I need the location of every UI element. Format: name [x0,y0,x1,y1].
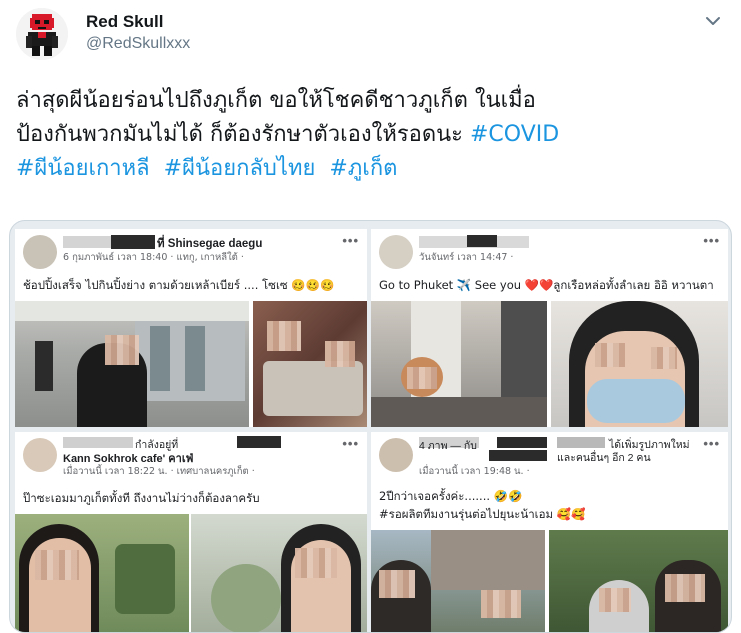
post-photo [15,301,249,427]
tweet-text: ล่าสุดผีน้อยร่อนไปถึงภูเก็ต ขอให้โชคดีชา… [16,84,726,186]
more-options-icon[interactable]: ••• [703,233,720,248]
post-timestamp: วันจันทร์ เวลา 14:47 · [419,252,514,263]
redaction-block [489,450,547,461]
post-photo [551,301,728,427]
more-options-icon[interactable]: ••• [342,436,359,451]
post-photo [371,301,547,427]
post-timestamp: เมื่อวานนี้ เวลา 18:22 น. · เทศบาลนครภูเ… [63,466,255,477]
fb-post-screenshot[interactable]: กำลังอยู่ที่ Kann Sokhrok cafe' คาเฟ่ เม… [15,432,367,632]
chevron-down-icon[interactable] [702,10,724,32]
hashtag-link[interactable]: #ผีน้อยเกาหลี [16,156,150,181]
tweet-line-1: ล่าสุดผีน้อยร่อนไปถึงภูเก็ต ขอให้โชคดีชา… [16,88,536,113]
post-author-name: 4 ภาพ — กับ [419,440,477,452]
more-options-icon[interactable]: ••• [703,436,720,451]
post-text: Go to Phuket ✈️ See you ❤️❤️ลูกเรือหล่อท… [379,278,714,292]
tweet: Red Skull @RedSkullxxx ล่าสุดผีน้อยร่อนไ… [0,0,741,633]
post-tagged: และคนอื่นๆ อีก 2 คน [557,452,651,464]
post-text: #รอผลิตทีมงานรุ่นต่อไปยุนะน้าเอม 🥰🥰 [379,507,586,521]
post-avatar [379,438,413,472]
post-avatar [379,235,413,269]
post-text: ช้อปปิ้งเสร็จ ไปกินปิ้งย่าง ตามด้วยเหล้า… [23,278,335,292]
author-avatar[interactable] [16,8,68,60]
post-photo [191,514,367,632]
redaction-block [497,437,547,448]
post-photo [253,301,367,427]
fb-post-screenshot[interactable]: วันจันทร์ เวลา 14:47 · ••• Go to Phuket … [371,229,728,427]
post-text: ป๊าซะเอมมาภูเก็ตทั้งที ถึงงานไม่ว่างก็ต้… [23,491,260,505]
author-info: Red Skull @RedSkullxxx [86,11,190,55]
post-photo [371,530,545,632]
post-photo [15,514,189,632]
hashtag-link[interactable]: #ภูเก็ต [329,156,397,181]
post-timestamp: เมื่อวานนี้ เวลา 19:48 น. · [419,466,530,477]
author-handle[interactable]: @RedSkullxxx [86,33,190,55]
post-text: 2ปีกว่าเจอครั้งค่ะ....... 🤣🤣 [379,489,523,503]
hashtag-link[interactable]: #ผีน้อยกลับไทย [164,156,316,181]
red-skull-avatar-icon [16,8,68,60]
more-options-icon[interactable]: ••• [342,233,359,248]
post-photo [549,530,728,632]
fb-post-screenshot[interactable]: ที่ Shinsegae daegu 6 กุมภาพันธ์ เวลา 18… [15,229,367,427]
redaction-block [63,437,133,448]
tweet-media-grid[interactable]: ที่ Shinsegae daegu 6 กุมภาพันธ์ เวลา 18… [9,220,732,633]
hashtag-link[interactable]: #COVID [470,122,559,147]
post-timestamp: 6 กุมภาพันธ์ เวลา 18:40 · แทกู, เกาหลีใต… [63,252,244,263]
redaction-block [557,437,605,448]
post-avatar [23,235,57,269]
fb-post-screenshot[interactable]: 4 ภาพ — กับ ได้เพิ่มรูปภาพใหม่ และคนอื่น… [371,432,728,632]
redaction-block [237,436,281,448]
tweet-line-2: ป้องกันพวกมันไม่ได้ ก็ต้องรักษาตัวเองให้… [16,118,726,152]
post-avatar [23,438,57,472]
author-display-name[interactable]: Red Skull [86,11,190,33]
redaction-block [467,235,497,247]
tweet-line-3: #ผีน้อยเกาหลี #ผีน้อยกลับไทย #ภูเก็ต [16,152,726,186]
tweet-line-2-text: ป้องกันพวกมันไม่ได้ ก็ต้องรักษาตัวเองให้… [16,122,470,147]
redaction-block [111,235,155,249]
